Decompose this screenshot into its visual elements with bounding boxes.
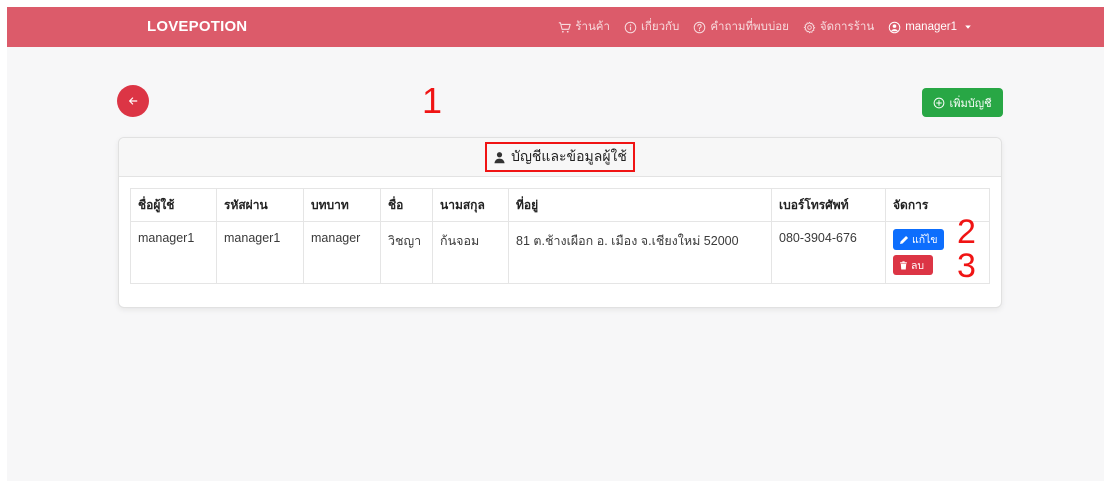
delete-button-label: ลบ <box>911 259 925 272</box>
nav-item-faq-label: คำถามที่พบบ่อย <box>710 21 789 33</box>
annotation-marker-1: 1 <box>422 80 443 121</box>
annotation-highlight-box: บัญชีและข้อมูลผู้ใช้ <box>485 142 635 172</box>
table-head: ชื่อผู้ใช้ รหัสผ่าน บทบาท ชื่อ นามสกุล ท… <box>130 188 990 222</box>
annotation-marker-3: 3 <box>957 247 976 285</box>
gear-icon <box>803 21 816 34</box>
nav-links: ร้านค้า เกี่ยวกับ คำถามที่พบบ่อย จัดการร… <box>558 7 972 47</box>
delete-button[interactable]: ลบ <box>893 255 933 275</box>
back-button[interactable] <box>117 85 149 117</box>
add-account-button[interactable]: เพิ่มบัญชี <box>922 88 1003 117</box>
nav-item-shop[interactable]: ร้านค้า <box>558 18 610 36</box>
cell-password: manager1 <box>216 221 304 284</box>
nav-item-about-label: เกี่ยวกับ <box>640 21 680 33</box>
column-header-address: ที่อยู่ <box>508 188 772 222</box>
table-body: manager1 manager1 manager วิชญา ก้นจอม 8… <box>130 221 990 284</box>
arrow-left-icon <box>127 95 139 107</box>
brand-logo-link[interactable]: LOVEPOTION <box>147 7 247 47</box>
nav-item-about[interactable]: เกี่ยวกับ <box>624 18 679 36</box>
table-row: manager1 manager1 manager วิชญา ก้นจอม 8… <box>130 221 990 284</box>
nav-item-faq[interactable]: คำถามที่พบบ่อย <box>693 18 789 36</box>
annotation-marker-2: 2 <box>957 213 976 251</box>
cell-role: manager <box>303 221 381 284</box>
nav-item-shop-label: ร้านค้า <box>575 21 610 33</box>
add-account-label: เพิ่มบัญชี <box>949 97 992 110</box>
column-header-last-name: นามสกุล <box>432 188 509 222</box>
edit-button[interactable]: แก้ไข <box>893 229 944 250</box>
cart-icon <box>558 21 572 34</box>
cell-first-name: วิชญา <box>380 221 433 284</box>
column-header-first-name: ชื่อ <box>380 188 433 222</box>
table-header-row: ชื่อผู้ใช้ รหัสผ่าน บทบาท ชื่อ นามสกุล ท… <box>130 188 990 222</box>
question-circle-icon <box>693 21 706 34</box>
nav-user-dropdown[interactable]: manager1 <box>888 21 972 34</box>
users-card: บัญชีและข้อมูลผู้ใช้ ชื่อผู้ใช้ รหัสผ่าน… <box>118 137 1002 308</box>
trash-icon <box>899 260 908 270</box>
edit-button-label: แก้ไข <box>912 234 938 246</box>
column-header-password: รหัสผ่าน <box>216 188 304 222</box>
top-navbar: LOVEPOTION ร้านค้า เกี่ยวกับ คำถามที่พบบ… <box>7 7 1104 47</box>
column-header-role: บทบาท <box>303 188 381 222</box>
user-circle-icon <box>888 21 901 34</box>
users-table: ชื่อผู้ใช้ รหัสผ่าน บทบาท ชื่อ นามสกุล ท… <box>130 188 990 284</box>
caret-down-icon <box>964 23 972 31</box>
pencil-icon <box>899 235 909 245</box>
cell-last-name: ก้นจอม <box>432 221 509 284</box>
cell-phone: 080-3904-676 <box>771 221 886 284</box>
cell-address: 81 ต.ช้างเผือก อ. เมือง จ.เชียงใหม่ 5200… <box>508 221 772 284</box>
user-icon <box>493 151 506 164</box>
app-viewport: LOVEPOTION ร้านค้า เกี่ยวกับ คำถามที่พบบ… <box>7 7 1104 481</box>
info-icon <box>624 21 637 34</box>
plus-circle-icon <box>933 97 945 109</box>
nav-item-manage-shop[interactable]: จัดการร้าน <box>803 18 874 36</box>
column-header-username: ชื่อผู้ใช้ <box>130 188 217 222</box>
column-header-phone: เบอร์โทรศัพท์ <box>771 188 886 222</box>
card-title: บัญชีและข้อมูลผู้ใช้ <box>511 148 627 164</box>
nav-item-manage-shop-label: จัดการร้าน <box>819 21 875 33</box>
card-header: บัญชีและข้อมูลผู้ใช้ <box>119 138 1001 177</box>
nav-user-label: manager1 <box>905 21 957 33</box>
cell-username: manager1 <box>130 221 217 284</box>
